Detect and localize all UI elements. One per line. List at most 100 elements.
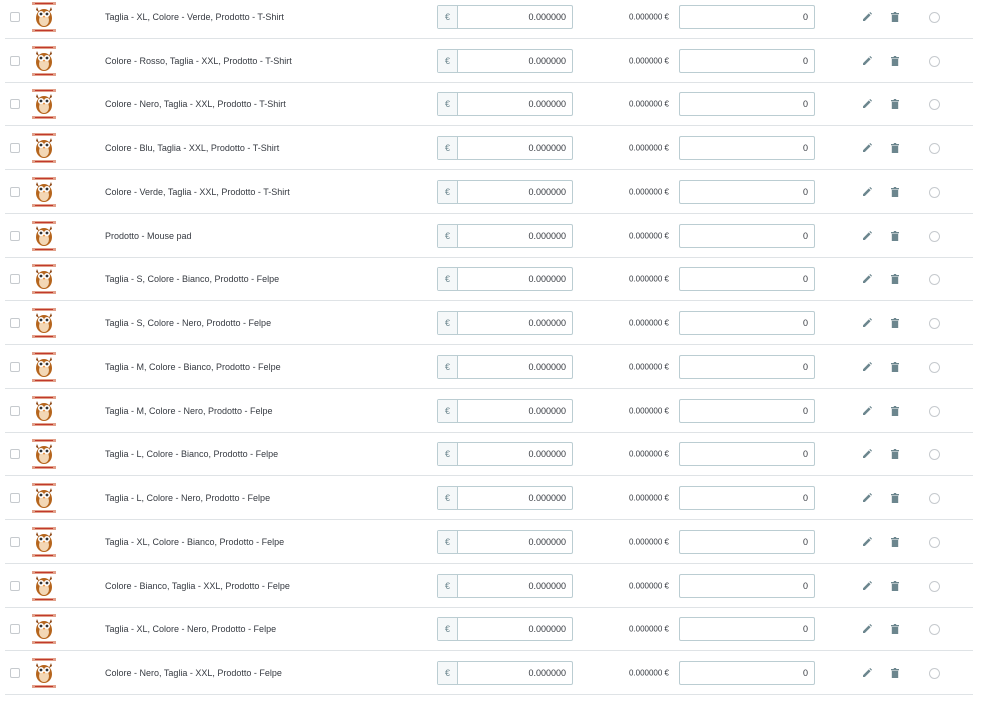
- impact-price-input[interactable]: € 0.000000: [437, 92, 573, 117]
- quantity-input[interactable]: 0: [679, 486, 815, 511]
- row-select-checkbox[interactable]: [10, 230, 20, 241]
- pencil-icon[interactable]: [862, 99, 872, 109]
- row-select-checkbox[interactable]: [10, 55, 20, 66]
- default-combination-radio[interactable]: [929, 55, 940, 67]
- row-select-checkbox[interactable]: [10, 624, 20, 635]
- product-thumbnail-image[interactable]: [31, 351, 57, 383]
- product-thumbnail-image[interactable]: [31, 88, 57, 120]
- pencil-icon[interactable]: [862, 274, 872, 284]
- product-thumbnail-image[interactable]: [31, 220, 57, 252]
- row-select-checkbox[interactable]: [10, 11, 20, 22]
- trash-icon[interactable]: [891, 186, 899, 197]
- impact-price-input[interactable]: € 0.000000: [437, 354, 573, 379]
- trash-icon[interactable]: [891, 580, 899, 591]
- quantity-input[interactable]: 0: [679, 661, 815, 686]
- impact-price-input[interactable]: € 0.000000: [437, 48, 573, 73]
- row-select-checkbox[interactable]: [10, 405, 20, 416]
- impact-price-input[interactable]: € 0.000000: [437, 529, 573, 554]
- product-thumbnail-image[interactable]: [31, 132, 57, 164]
- pencil-icon[interactable]: [862, 449, 872, 459]
- trash-icon[interactable]: [891, 143, 899, 154]
- trash-icon[interactable]: [891, 493, 899, 504]
- quantity-input[interactable]: 0: [679, 92, 815, 117]
- default-combination-radio[interactable]: [929, 318, 940, 330]
- product-thumbnail-image[interactable]: [31, 613, 57, 645]
- default-combination-radio[interactable]: [929, 143, 940, 155]
- quantity-input[interactable]: 0: [679, 311, 815, 336]
- default-combination-radio[interactable]: [929, 405, 940, 417]
- pencil-icon[interactable]: [862, 405, 872, 416]
- pencil-icon[interactable]: [862, 493, 872, 503]
- quantity-input[interactable]: 0: [679, 529, 815, 554]
- row-select-checkbox[interactable]: [10, 361, 20, 372]
- row-select-checkbox[interactable]: [10, 493, 20, 504]
- impact-price-input[interactable]: € 0.000000: [437, 398, 573, 423]
- trash-icon[interactable]: [891, 99, 899, 110]
- default-combination-radio[interactable]: [929, 580, 940, 592]
- product-thumbnail-image[interactable]: [31, 45, 57, 77]
- impact-price-input[interactable]: € 0.000000: [437, 573, 573, 598]
- quantity-input[interactable]: 0: [679, 617, 815, 642]
- row-select-checkbox[interactable]: [10, 143, 20, 154]
- default-combination-radio[interactable]: [929, 99, 940, 111]
- trash-icon[interactable]: [891, 405, 899, 416]
- product-thumbnail-image[interactable]: [31, 1, 57, 33]
- impact-price-input[interactable]: € 0.000000: [437, 223, 573, 248]
- impact-price-input[interactable]: € 0.000000: [437, 617, 573, 642]
- trash-icon[interactable]: [891, 274, 899, 285]
- product-thumbnail-image[interactable]: [31, 657, 57, 689]
- row-select-checkbox[interactable]: [10, 318, 20, 329]
- row-select-checkbox[interactable]: [10, 668, 20, 679]
- trash-icon[interactable]: [891, 624, 899, 635]
- quantity-input[interactable]: 0: [679, 179, 815, 204]
- pencil-icon[interactable]: [862, 361, 872, 372]
- trash-icon[interactable]: [891, 449, 899, 460]
- row-select-checkbox[interactable]: [10, 99, 20, 110]
- pencil-icon[interactable]: [862, 668, 872, 678]
- default-combination-radio[interactable]: [929, 361, 940, 373]
- pencil-icon[interactable]: [862, 580, 872, 591]
- pencil-icon[interactable]: [862, 11, 872, 22]
- quantity-input[interactable]: 0: [679, 354, 815, 379]
- default-combination-radio[interactable]: [929, 11, 940, 23]
- quantity-input[interactable]: 0: [679, 398, 815, 423]
- impact-price-input[interactable]: € 0.000000: [437, 442, 573, 467]
- row-select-checkbox[interactable]: [10, 536, 20, 547]
- quantity-input[interactable]: 0: [679, 4, 815, 29]
- product-thumbnail-image[interactable]: [31, 526, 57, 558]
- trash-icon[interactable]: [891, 318, 899, 329]
- pencil-icon[interactable]: [862, 230, 872, 241]
- pencil-icon[interactable]: [862, 143, 872, 153]
- quantity-input[interactable]: 0: [679, 267, 815, 292]
- default-combination-radio[interactable]: [929, 493, 940, 505]
- trash-icon[interactable]: [891, 230, 899, 241]
- quantity-input[interactable]: 0: [679, 573, 815, 598]
- product-thumbnail-image[interactable]: [31, 395, 57, 427]
- impact-price-input[interactable]: € 0.000000: [437, 311, 573, 336]
- quantity-input[interactable]: 0: [679, 442, 815, 467]
- impact-price-input[interactable]: € 0.000000: [437, 136, 573, 161]
- product-thumbnail-image[interactable]: [31, 176, 57, 208]
- row-select-checkbox[interactable]: [10, 449, 20, 460]
- trash-icon[interactable]: [891, 361, 899, 372]
- impact-price-input[interactable]: € 0.000000: [437, 661, 573, 686]
- default-combination-radio[interactable]: [929, 536, 940, 548]
- impact-price-input[interactable]: € 0.000000: [437, 486, 573, 511]
- product-thumbnail-image[interactable]: [31, 438, 57, 470]
- trash-icon[interactable]: [891, 11, 899, 22]
- trash-icon[interactable]: [891, 536, 899, 547]
- default-combination-radio[interactable]: [929, 186, 940, 198]
- default-combination-radio[interactable]: [929, 274, 940, 286]
- row-select-checkbox[interactable]: [10, 580, 20, 591]
- pencil-icon[interactable]: [862, 624, 872, 634]
- pencil-icon[interactable]: [862, 318, 872, 328]
- quantity-input[interactable]: 0: [679, 136, 815, 161]
- product-thumbnail-image[interactable]: [31, 307, 57, 339]
- product-thumbnail-image[interactable]: [31, 263, 57, 295]
- quantity-input[interactable]: 0: [679, 223, 815, 248]
- default-combination-radio[interactable]: [929, 230, 940, 242]
- row-select-checkbox[interactable]: [10, 274, 20, 285]
- default-combination-radio[interactable]: [929, 449, 940, 461]
- pencil-icon[interactable]: [862, 55, 872, 66]
- product-thumbnail-image[interactable]: [31, 482, 57, 514]
